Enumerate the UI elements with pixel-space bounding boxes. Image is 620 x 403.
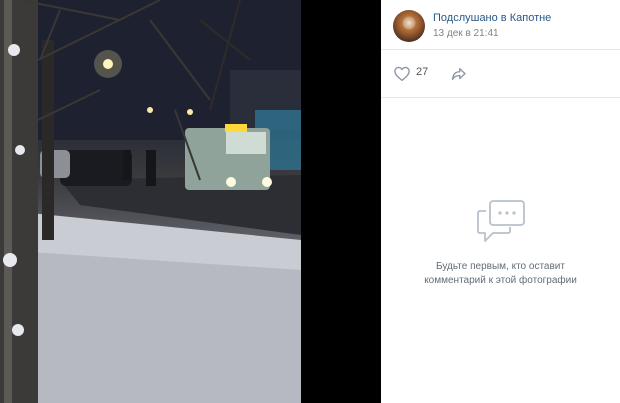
comments-section: Будьте первым, кто оставит комментарий к… [381, 99, 620, 403]
empty-comments-line-2: комментарий к этой фотографии [424, 275, 577, 286]
like-count: 27 [416, 66, 429, 78]
photo-viewer [0, 0, 381, 403]
heart-icon[interactable] [393, 65, 411, 83]
group-avatar[interactable] [393, 10, 425, 42]
empty-comments-message: Будьте первым, кто оставит комментарий к… [391, 260, 610, 288]
photo-side-panel: Подслушано в Капотне 13 дек в 21:41 27 Б… [381, 0, 620, 403]
empty-comments-line-1: Будьте первым, кто оставит [436, 261, 565, 272]
post-date[interactable]: 13 дек в 21:41 [433, 28, 499, 39]
group-name-link[interactable]: Подслушано в Капотне [433, 12, 551, 24]
comment-bubble-icon [477, 200, 525, 242]
night-street-photo [0, 0, 301, 403]
viewer-background [301, 0, 381, 403]
post-actions: 27 [381, 50, 620, 98]
share-icon[interactable] [450, 65, 468, 83]
post-header: Подслушано в Капотне 13 дек в 21:41 [381, 0, 620, 50]
post-photo[interactable] [0, 0, 301, 403]
